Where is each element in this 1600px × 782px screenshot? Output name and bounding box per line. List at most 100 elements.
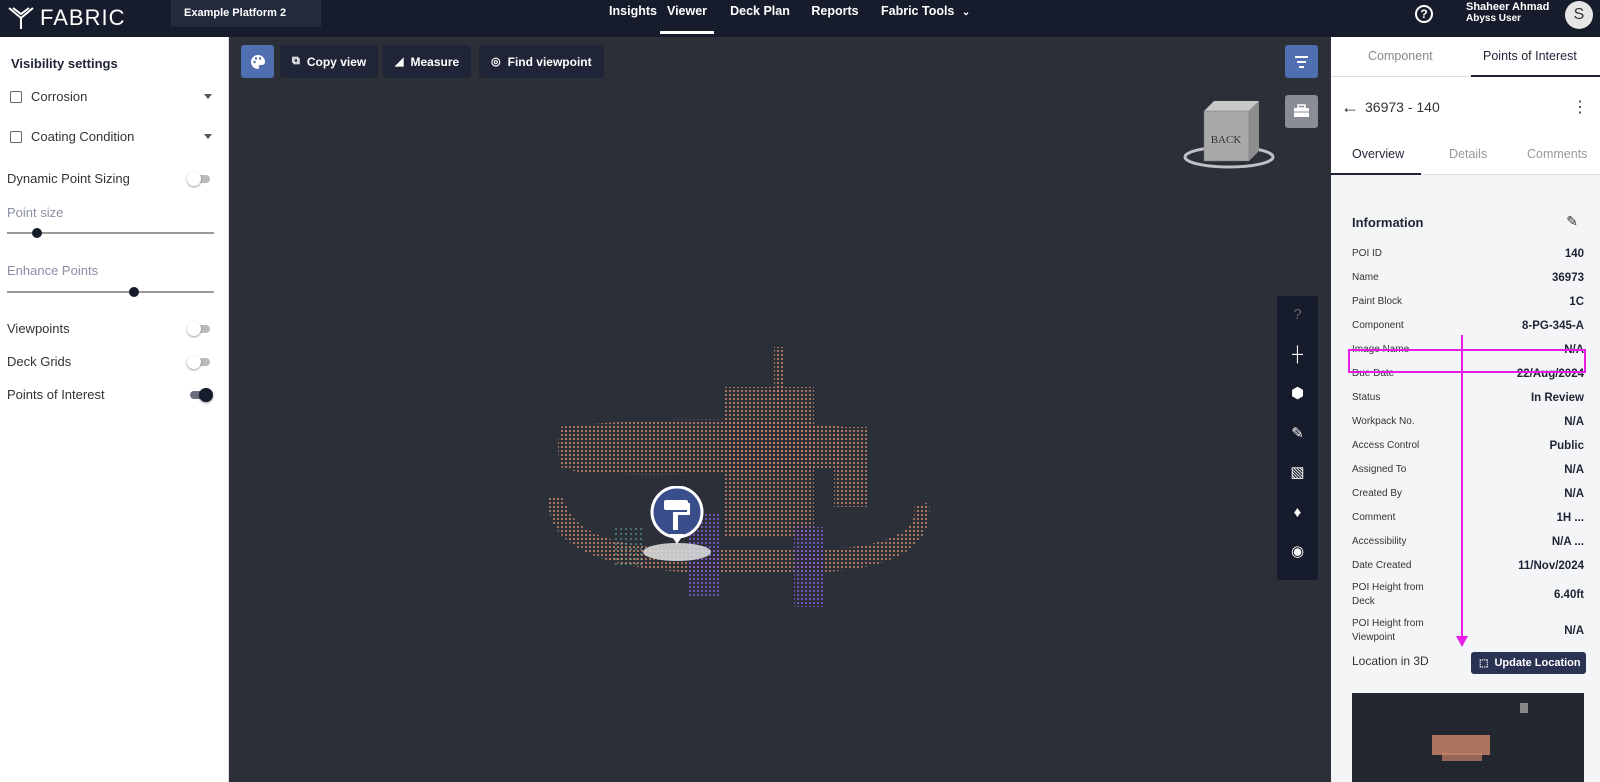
info-row-height-viewpoint: POI Height from Viewpoint N/A (1352, 617, 1584, 649)
point-size-slider[interactable] (7, 228, 214, 238)
slider-thumb[interactable] (129, 287, 139, 297)
platform-selector[interactable]: Example Platform 2 (171, 0, 321, 27)
info-value: 8-PG-345-A (1522, 320, 1584, 332)
palette-button[interactable] (241, 45, 274, 78)
viewpoints-row: Viewpoints (7, 321, 214, 339)
nav-insights[interactable]: Insights (600, 0, 666, 33)
help-icon[interactable]: ? (1415, 5, 1433, 23)
nav-viewer[interactable]: Viewer (660, 0, 714, 34)
info-key: Workpack No. (1352, 416, 1415, 427)
t-section-icon[interactable]: ┼ (1277, 343, 1318, 367)
back-arrow-icon[interactable]: ← (1341, 97, 1359, 118)
coating-condition-checkbox[interactable] (10, 131, 22, 143)
fabric-logo-icon (8, 7, 34, 29)
top-navigation-bar: FABRIC Example Platform 2 Insights Viewe… (0, 0, 1600, 37)
deck-grids-label: Deck Grids (7, 354, 72, 369)
nav-deck-plan[interactable]: Deck Plan (728, 0, 792, 33)
ruler-icon: ◢ (395, 56, 404, 68)
deck-grids-toggle[interactable] (187, 355, 210, 369)
copy-view-button[interactable]: ⧉ Copy view (280, 45, 379, 78)
brand-name: FABRIC (40, 5, 126, 30)
update-location-button[interactable]: ⬚ Update Location (1471, 652, 1586, 674)
update-location-label: Update Location (1494, 657, 1581, 669)
viewer-side-toolbar: ? ┼ ⬢ ✎ ▧ ♦ ◉ (1277, 296, 1318, 580)
viewpoints-toggle[interactable] (187, 322, 210, 336)
deck-grids-row: Deck Grids (7, 354, 214, 372)
poi-marker[interactable] (642, 486, 712, 566)
paint-roller-icon[interactable]: ▧ (1277, 461, 1318, 485)
tab-comments[interactable]: Comments (1527, 147, 1587, 161)
info-value: 36973 (1552, 272, 1584, 284)
panel-tabs: Component Points of Interest (1331, 37, 1600, 77)
info-key: Status (1352, 392, 1381, 403)
palette-icon (250, 54, 265, 69)
corrosion-checkbox[interactable] (10, 91, 22, 103)
chevron-down-icon[interactable] (204, 134, 212, 139)
tab-overview[interactable]: Overview (1352, 147, 1404, 161)
chevron-down-icon[interactable] (204, 94, 212, 99)
view-cube[interactable]: BACK (1174, 99, 1284, 179)
paint-bucket-icon[interactable]: ♦ (1277, 501, 1318, 525)
location-thumbnail[interactable] (1352, 693, 1584, 782)
nav-fabric-tools[interactable]: Fabric Tools ⌄ (881, 0, 971, 33)
measure-button[interactable]: ◢ Measure (383, 45, 472, 78)
view-cube-face-label: BACK (1211, 134, 1242, 146)
info-row-created-by: Created By N/A (1352, 488, 1584, 512)
location-label: Location in 3D (1352, 654, 1429, 668)
info-row-name: Name 36973 (1352, 272, 1584, 296)
info-row-component: Component 8-PG-345-A (1352, 320, 1584, 344)
help-icon[interactable]: ? (1277, 303, 1318, 327)
info-row-workpack: Workpack No. N/A (1352, 416, 1584, 440)
info-value: 11/Nov/2024 (1518, 560, 1584, 572)
dynamic-point-sizing-row: Dynamic Point Sizing (7, 171, 214, 189)
points-of-interest-toggle[interactable] (190, 388, 213, 402)
enhance-points-slider[interactable] (7, 287, 214, 297)
toolbox-icon (1294, 104, 1309, 117)
measure-label: Measure (410, 54, 460, 69)
info-key: Component (1352, 320, 1404, 331)
point-size-label: Point size (7, 205, 64, 220)
fabric-logo[interactable]: FABRIC (8, 4, 125, 32)
info-value: 1H ... (1556, 512, 1584, 524)
toolbox-button[interactable] (1285, 95, 1318, 128)
dynamic-point-sizing-toggle[interactable] (187, 172, 210, 186)
info-value: In Review (1530, 392, 1584, 404)
avatar[interactable]: S (1565, 1, 1593, 29)
info-value: Public (1549, 440, 1584, 452)
corrosion-label: Corrosion (31, 89, 88, 104)
find-viewpoint-button[interactable]: ◎ Find viewpoint (479, 45, 604, 78)
points-of-interest-label: Points of Interest (7, 387, 105, 402)
more-options-icon[interactable]: ⋮ (1572, 97, 1588, 117)
info-row-access-control: Access Control Public (1352, 440, 1584, 464)
user-name: Shaheer Ahmad (1466, 1, 1550, 13)
user-info[interactable]: Shaheer Ahmad Abyss User (1466, 1, 1549, 25)
info-value: 6.40ft (1553, 589, 1584, 601)
visibility-settings-panel: Visibility settings Corrosion Coating Co… (0, 37, 229, 782)
info-key: POI Height from Deck (1352, 582, 1424, 607)
pencil-icon[interactable]: ✎ (1277, 422, 1318, 446)
edit-icon[interactable]: ✎ (1566, 213, 1578, 230)
tab-points-of-interest[interactable]: Points of Interest (1483, 49, 1577, 63)
point-cloud-model (548, 347, 930, 607)
dynamic-point-sizing-label: Dynamic Point Sizing (7, 171, 130, 186)
enhance-points-label: Enhance Points (7, 263, 99, 278)
hexagon-icon[interactable]: ⬢ (1277, 382, 1318, 406)
information-card: Information ✎ POI ID 140 Name 36973 Pain… (1331, 175, 1600, 782)
tab-component[interactable]: Component (1368, 49, 1433, 63)
tab-details[interactable]: Details (1449, 147, 1487, 161)
info-value: N/A ... (1551, 536, 1584, 548)
info-key: Access Control (1352, 440, 1420, 451)
poi-subtabs: Overview Details Comments (1331, 135, 1600, 175)
nav-reports[interactable]: Reports (807, 0, 863, 33)
find-viewpoint-label: Find viewpoint (507, 54, 592, 69)
3d-viewer[interactable]: ⧉ Copy view ◢ Measure ◎ Find viewpoint B… (229, 37, 1331, 782)
info-key: POI ID (1352, 248, 1383, 259)
coating-condition-filter[interactable]: Coating Condition (8, 128, 218, 148)
info-row-poi-id: POI ID 140 (1352, 248, 1584, 272)
slider-thumb[interactable] (32, 228, 42, 238)
info-row-comment: Comment 1H ... (1352, 512, 1584, 536)
broadcast-icon[interactable]: ◉ (1277, 540, 1318, 564)
filter-button[interactable] (1285, 45, 1318, 78)
corrosion-filter[interactable]: Corrosion (8, 88, 218, 108)
viewpoints-label: Viewpoints (7, 321, 70, 336)
